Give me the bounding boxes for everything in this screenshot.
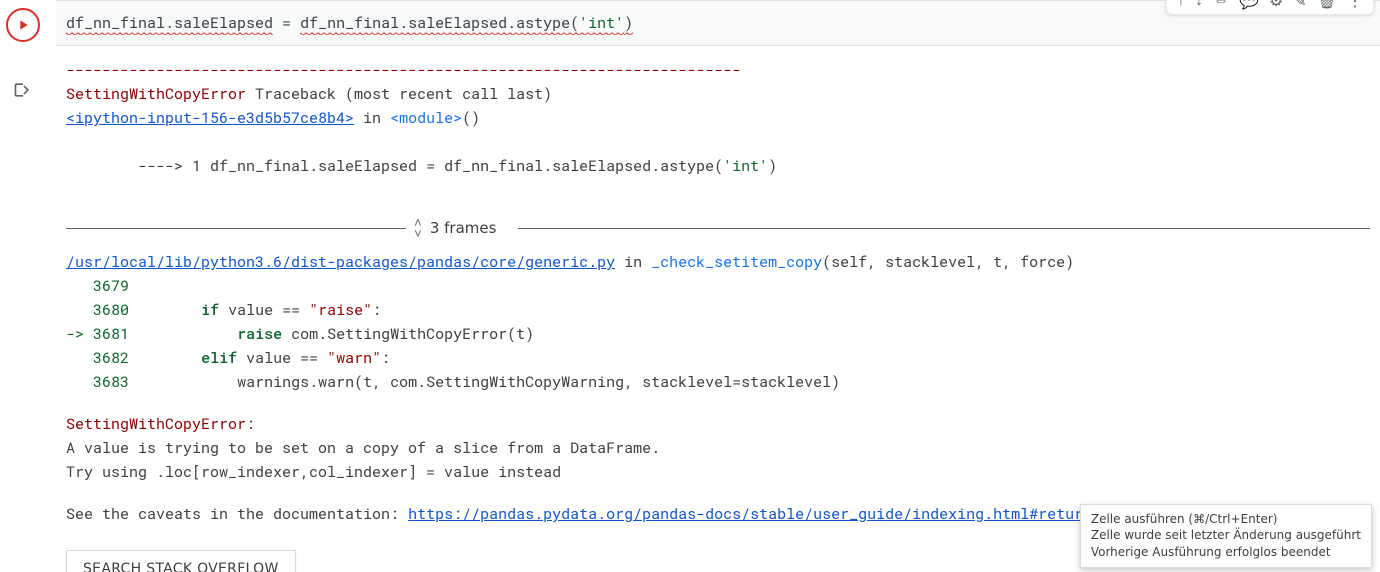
comment-icon[interactable]: 💬 [1239, 0, 1259, 10]
move-down-icon[interactable]: ↓ [1195, 0, 1203, 10]
function-args: (self, stacklevel, t, force) [822, 252, 1074, 272]
ipython-input-link[interactable]: <ipython-input-156-e3d5b57ce8b4> [66, 108, 354, 128]
final-error-name: SettingWithCopyError [66, 414, 246, 434]
error-name: SettingWithCopyError [66, 84, 246, 104]
frames-expand-control[interactable]: ˄˅ 3 frames [414, 216, 496, 240]
edit-icon[interactable]: ✎ [1293, 0, 1306, 10]
delete-icon[interactable]: 🗑 [1317, 0, 1337, 10]
frames-row: ˄˅ 3 frames [66, 216, 1370, 240]
docs-pretext: See the caveats in the documentation: [66, 504, 408, 524]
frames-count: 3 frames [430, 216, 497, 240]
traceback-separator: ----------------------------------------… [66, 58, 1370, 82]
more-icon[interactable]: ⋮ [1347, 0, 1363, 10]
tooltip-line1: Zelle ausführen (⌘/Ctrl+Enter) [1091, 511, 1361, 528]
run-cell-button[interactable] [6, 8, 40, 42]
run-tooltip: Zelle ausführen (⌘/Ctrl+Enter) Zelle wur… [1080, 504, 1372, 568]
move-up-icon[interactable]: ↑ [1177, 0, 1185, 10]
function-name: _check_setitem_copy [651, 252, 822, 272]
play-icon [15, 17, 31, 33]
code-string-literal: 'int' [579, 13, 624, 35]
link-icon[interactable]: ⇔ [1213, 0, 1229, 10]
code-cell[interactable]: ↑ ↓ ⇔ 💬 ⚙ ✎ 🗑 ⋮ df_nn_final.saleElapsed … [56, 0, 1380, 46]
tooltip-line2: Zelle wurde seit letzter Änderung ausgef… [1091, 527, 1361, 544]
tooltip-line3: Vorherige Ausführung erfolglos beendet [1091, 544, 1361, 561]
cell-output: ----------------------------------------… [56, 46, 1380, 572]
module-label: <module> [390, 108, 462, 128]
chevron-down-icon: ˅ [414, 228, 422, 239]
error-message-line1: A value is trying to be set on a copy of… [66, 436, 1370, 460]
cell-toolbar: ↑ ↓ ⇔ 💬 ⚙ ✎ 🗑 ⋮ [1166, 0, 1374, 15]
output-toggle-icon[interactable] [13, 80, 33, 104]
search-stack-overflow-button[interactable]: SEARCH STACK OVERFLOW [66, 550, 296, 572]
settings-icon[interactable]: ⚙ [1269, 0, 1283, 10]
code-lhs: df_nn_final.saleElapsed [66, 13, 273, 35]
code-rhs-obj: df_nn_final.saleElapsed.astype( [300, 13, 579, 35]
error-message-line2: Try using .loc[row_indexer,col_indexer] … [66, 460, 1370, 484]
traceback-header-tail: Traceback (most recent call last) [246, 84, 552, 104]
source-file-link[interactable]: /usr/local/lib/python3.6/dist-packages/p… [66, 252, 615, 272]
